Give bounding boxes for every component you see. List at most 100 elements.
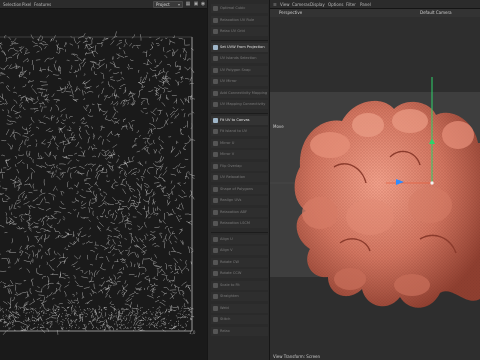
tool-item[interactable]: UV Islands Selection xyxy=(211,54,268,63)
tool-item-label: Fit UV to Canvas xyxy=(220,117,250,122)
menu-panel[interactable]: Panel xyxy=(360,2,371,7)
grid-icon[interactable]: ▦ xyxy=(185,1,191,7)
tool-item-label: Straighten xyxy=(220,294,239,298)
tool-item-label: Realign UVs xyxy=(220,198,242,202)
viewport-menubar: ☰ View Cameras Display Options Filter Pa… xyxy=(270,0,480,9)
menu-features[interactable]: Features xyxy=(34,2,51,7)
tool-item[interactable]: Fit UV to Canvas xyxy=(211,115,268,125)
tool-item[interactable]: Add Connectivity Mapping xyxy=(211,88,268,98)
tool-icon xyxy=(213,129,218,134)
menu-selection[interactable]: Selection xyxy=(3,2,21,7)
tool-item[interactable]: Realign UVs xyxy=(211,196,268,205)
tool-icon xyxy=(213,186,218,192)
tool-icon xyxy=(213,198,218,203)
tool-item-label: Weld xyxy=(220,305,229,310)
uv-editor-panel: Selection Pixel Features Project ▾ ▦ ▣ ◉… xyxy=(0,0,207,360)
menu-view[interactable]: View xyxy=(280,2,290,7)
tool-item-label: Align V xyxy=(220,248,233,252)
tool-icon xyxy=(213,67,218,73)
tool-item[interactable]: Rotate CW xyxy=(211,257,268,267)
tool-icon xyxy=(213,236,218,242)
tool-icon xyxy=(213,294,218,299)
tool-icon xyxy=(213,163,218,169)
tool-item[interactable]: Straighten xyxy=(211,292,268,301)
tool-item-label: Relaxation LSCM xyxy=(220,221,250,225)
tool-icon xyxy=(213,117,218,123)
project-dropdown[interactable]: Project ▾ xyxy=(153,1,183,8)
tool-icon xyxy=(213,221,218,226)
tool-item-label: UV Mirror xyxy=(220,79,237,83)
tool-icon xyxy=(213,17,218,23)
tool-item[interactable]: Fit Island to UV xyxy=(211,127,268,136)
tool-item[interactable]: Relax UV Grid xyxy=(211,27,268,36)
tool-icon xyxy=(213,56,218,61)
tool-item[interactable]: UV Polygon Snap xyxy=(211,65,268,75)
tool-icon xyxy=(213,317,218,322)
tool-icon xyxy=(213,305,218,311)
tool-item-label: UV Polygon Snap xyxy=(220,67,251,72)
menu-options[interactable]: Options xyxy=(328,2,343,7)
tool-item-label: Relaxation ABF xyxy=(220,209,248,214)
uv-tools-panel: Optimal Cubic Relaxation UV Rule Relax UV … xyxy=(207,0,270,360)
viewport-panel: ☰ View Cameras Display Options Filter Pa… xyxy=(270,0,480,360)
tool-icon xyxy=(213,248,218,253)
tool-separator xyxy=(211,112,268,114)
tool-item-label: Align U xyxy=(220,236,233,241)
tool-item-label: UV Relaxation xyxy=(220,175,246,179)
viewport-move-label: Move xyxy=(273,124,284,129)
tool-item[interactable]: Align U xyxy=(211,234,268,244)
tool-icon xyxy=(213,328,218,334)
tool-item[interactable]: UV Relaxation xyxy=(211,173,268,182)
tool-item-label: Scale to Fit xyxy=(220,282,240,287)
menu-cameras[interactable]: Cameras xyxy=(292,2,310,7)
tool-item-label: Rotate CCW xyxy=(220,271,242,275)
tool-item-label: Shape of Polygons xyxy=(220,186,253,191)
menu-pixel[interactable]: Pixel xyxy=(22,2,31,7)
gizmo-center[interactable] xyxy=(430,181,434,185)
tool-item-label: Set UVW From Projection xyxy=(220,44,265,49)
project-dropdown-value: Project xyxy=(156,2,170,7)
tool-item[interactable]: Mirror V xyxy=(211,150,268,159)
tool-icon xyxy=(213,6,218,11)
tool-item[interactable]: Align V xyxy=(211,246,268,255)
menu-filter[interactable]: Filter xyxy=(346,2,356,7)
tool-item[interactable]: Set UVW From Projection xyxy=(211,42,268,52)
tool-item[interactable]: Weld xyxy=(211,303,268,313)
tool-item-label: UV Mapping Connectivity xyxy=(220,102,266,106)
tool-item[interactable]: Rotate CCW xyxy=(211,269,268,278)
viewport-camera-label[interactable]: Default Camera xyxy=(420,10,452,15)
tool-item[interactable]: Optimal Cubic xyxy=(211,4,268,13)
tool-icon xyxy=(213,259,218,265)
eye-icon[interactable]: ◉ xyxy=(200,1,206,7)
tool-item[interactable]: Relaxation ABF xyxy=(211,207,268,217)
uv-canvas[interactable] xyxy=(0,9,207,360)
tool-item[interactable]: Relax xyxy=(211,326,268,336)
tool-item[interactable]: Flip Overlap xyxy=(211,161,268,171)
tool-item-label: Flip Overlap xyxy=(220,163,242,168)
sculpted-model[interactable] xyxy=(294,100,480,308)
tool-icon xyxy=(213,140,218,146)
tool-item[interactable]: Scale to Fit xyxy=(211,280,268,290)
menu-display[interactable]: Display xyxy=(310,2,325,7)
viewport-menu-icon[interactable]: ☰ xyxy=(273,2,277,7)
tool-icon xyxy=(213,209,218,215)
tool-icon xyxy=(213,79,218,84)
tool-item-label: Optimal Cubic xyxy=(220,6,246,10)
tool-item[interactable]: Relaxation LSCM xyxy=(211,219,268,228)
tool-item[interactable]: UV Mapping Connectivity xyxy=(211,100,268,109)
tool-item-label: Relaxation UV Rule xyxy=(220,17,255,22)
tool-item[interactable]: Stitch xyxy=(211,315,268,324)
tool-item[interactable]: Shape of Polygons xyxy=(211,184,268,194)
tool-icon xyxy=(213,271,218,276)
viewport-title: Perspective xyxy=(279,10,303,15)
tool-item[interactable]: Relaxation UV Rule xyxy=(211,15,268,25)
tool-item[interactable]: UV Mirror xyxy=(211,77,268,86)
tool-icon xyxy=(213,175,218,180)
viewport-scene[interactable] xyxy=(270,17,480,360)
uv-menubar: Selection Pixel Features Project ▾ ▦ ▣ ◉ xyxy=(0,0,207,9)
tool-item-label: Rotate CW xyxy=(220,259,239,264)
tool-item[interactable]: Mirror U xyxy=(211,138,268,148)
tool-item-label: Add Connectivity Mapping xyxy=(220,90,268,95)
lock-icon[interactable]: ▣ xyxy=(193,1,199,7)
uv-corner-label: 1,0 xyxy=(189,330,196,335)
